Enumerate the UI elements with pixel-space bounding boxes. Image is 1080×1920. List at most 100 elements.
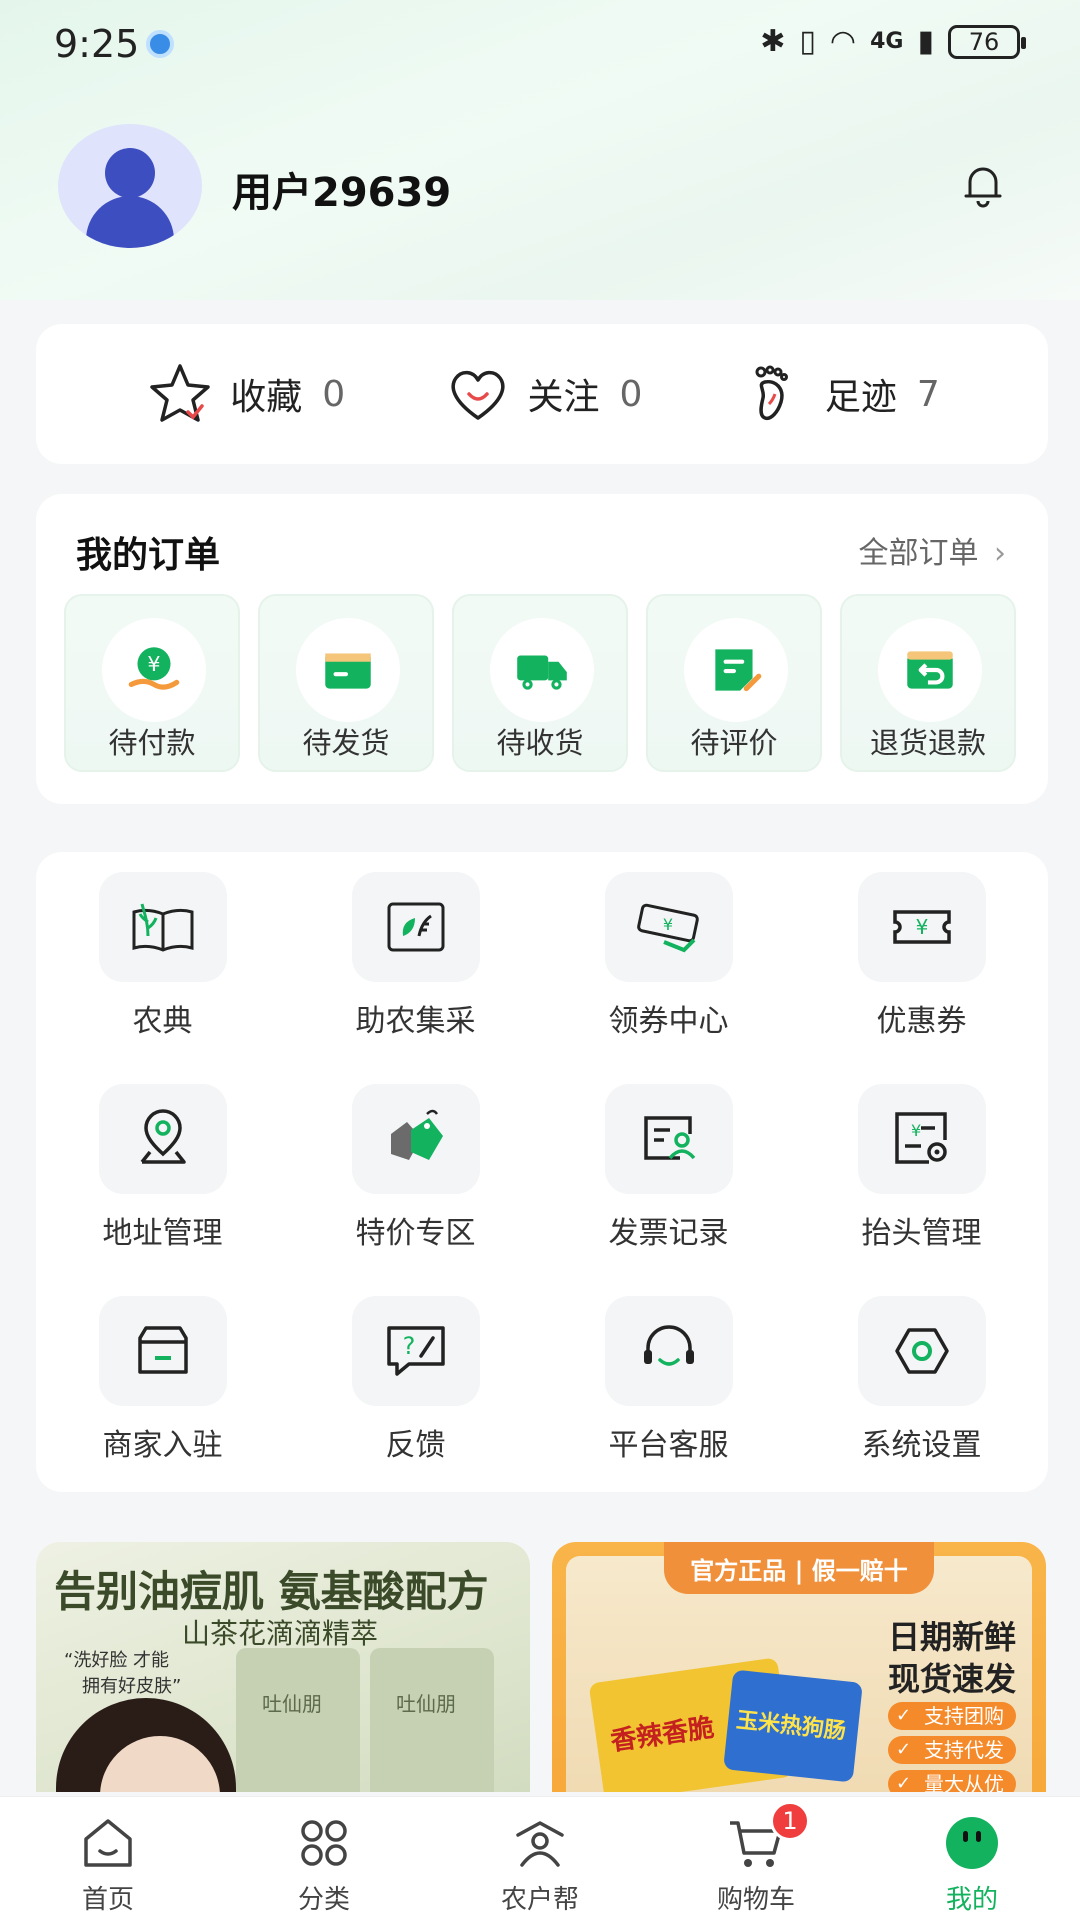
- service-farm-book[interactable]: 农典: [36, 872, 289, 1040]
- stat-following[interactable]: 关注 0: [442, 358, 643, 430]
- stat-value: 7: [916, 373, 940, 415]
- service-label: 系统设置: [861, 1428, 982, 1463]
- banner-subtitle: 山茶花滴滴精萃: [182, 1617, 379, 1650]
- nav-label: 分类: [297, 1885, 350, 1915]
- coupon-ticket-icon: ¥: [604, 872, 733, 982]
- service-invoice-records[interactable]: 发票记录: [542, 1084, 795, 1252]
- battery-icon: 76: [948, 24, 1026, 59]
- headset-icon: [604, 1296, 733, 1406]
- leaf-card-icon: [351, 872, 480, 982]
- stat-label: 收藏: [230, 377, 303, 418]
- invoice-header-icon: ¥: [857, 1084, 986, 1194]
- product-tube-image: 吐仙朋: [236, 1648, 360, 1792]
- yuan-coupon-icon: ¥: [857, 872, 986, 982]
- settings-icon: [857, 1296, 986, 1406]
- farmer-icon: [516, 1821, 564, 1867]
- nav-cart[interactable]: 1 购物车: [648, 1797, 864, 1920]
- heart-icon: [451, 370, 505, 420]
- feature-pill: 支持代发: [888, 1736, 1016, 1764]
- svg-text:¥: ¥: [662, 915, 672, 934]
- service-label: 领券中心: [608, 1004, 729, 1039]
- wifi-icon: ◠: [829, 24, 857, 59]
- package-icon: [296, 618, 400, 722]
- stat-label: 关注: [527, 377, 600, 418]
- banner-headline-line: 日期新鲜: [887, 1618, 1016, 1656]
- order-pending-review[interactable]: 待评价: [646, 594, 822, 772]
- location-pin-icon: [98, 1084, 227, 1194]
- avatar-head: [105, 148, 155, 198]
- nav-farmer-help[interactable]: 农户帮: [432, 1797, 648, 1920]
- store-icon: [98, 1296, 227, 1406]
- service-merchant-join[interactable]: 商家入驻: [36, 1296, 289, 1464]
- nav-home[interactable]: 首页: [0, 1797, 216, 1920]
- product-brand: 吐仙朋: [396, 1692, 456, 1716]
- orders-title: 我的订单: [76, 535, 221, 576]
- service-label: 反馈: [385, 1428, 446, 1463]
- service-customer-support[interactable]: 平台客服: [542, 1296, 795, 1464]
- stat-value: 0: [619, 373, 643, 415]
- service-label: 优惠券: [876, 1004, 967, 1039]
- nav-category[interactable]: 分类: [216, 1797, 432, 1920]
- farm-book-icon: [98, 872, 227, 982]
- status-bar: 9:25 ✱ ▯ ◠ 4G ▮ 76: [0, 0, 1080, 90]
- product-name: 玉米热狗肠: [734, 1708, 847, 1745]
- avatar[interactable]: [58, 124, 202, 248]
- service-label: 特价专区: [355, 1216, 476, 1251]
- product-tube-image: 吐仙朋: [370, 1648, 494, 1792]
- product-pack-image: 玉米热狗肠: [723, 1669, 863, 1783]
- star-icon: [150, 364, 210, 422]
- banner-quote-line: 拥有好皮肤”: [82, 1676, 182, 1697]
- stat-favorites[interactable]: 收藏 0: [144, 358, 345, 430]
- service-invoice-header[interactable]: ¥ 抬头管理: [795, 1084, 1048, 1252]
- order-refund[interactable]: 退货退款: [840, 594, 1016, 772]
- signal-icon: 4G: [870, 29, 904, 54]
- stats-card: 收藏 0 关注 0 足迹 7: [36, 324, 1048, 464]
- service-feedback[interactable]: ? 反馈: [289, 1296, 542, 1464]
- services-card: 农典 助农集采 ¥ 领券中心 ¥ 优惠券 地址管理 特价专区 发票记录 ¥ 抬头…: [36, 852, 1048, 1492]
- order-pending-payment[interactable]: ¥ 待付款: [64, 594, 240, 772]
- nav-label: 农户帮: [500, 1885, 579, 1915]
- signal-bars-icon: ▮: [917, 24, 934, 59]
- nav-me[interactable]: 我的: [864, 1797, 1080, 1920]
- service-coupon-center[interactable]: ¥ 领券中心: [542, 872, 795, 1040]
- service-label: 地址管理: [102, 1216, 223, 1251]
- nav-label: 首页: [81, 1885, 134, 1915]
- all-orders-link[interactable]: 全部订单 ›: [858, 528, 1006, 572]
- category-icon: [301, 1820, 347, 1866]
- truck-icon: [490, 618, 594, 722]
- service-settings[interactable]: 系统设置: [795, 1296, 1048, 1464]
- service-coupons[interactable]: ¥ 优惠券: [795, 872, 1048, 1040]
- username[interactable]: 用户29639: [232, 160, 451, 218]
- order-label: 待评价: [690, 726, 778, 760]
- stat-footprint[interactable]: 足迹 7: [739, 358, 940, 430]
- service-label: 平台客服: [608, 1428, 729, 1463]
- order-pending-receipt[interactable]: 待收货: [452, 594, 628, 772]
- status-time: 9:25: [54, 22, 140, 66]
- sale-tag-icon: [351, 1084, 480, 1194]
- all-orders-label: 全部订单: [858, 536, 979, 571]
- bell-icon[interactable]: [958, 160, 1008, 210]
- avatar-body: [86, 196, 174, 248]
- promo-banner-sausage[interactable]: 官方正品 | 假一赔十 日期新鲜 现货速发 支持团购 支持代发 量大从优 香辣香…: [552, 1542, 1046, 1792]
- vibrate-icon: ▯: [799, 24, 816, 59]
- order-pending-shipment[interactable]: 待发货: [258, 594, 434, 772]
- service-specials[interactable]: 特价专区: [289, 1084, 542, 1252]
- review-icon: [684, 618, 788, 722]
- svg-text:?: ?: [402, 1332, 415, 1360]
- service-group-buy[interactable]: 助农集采: [289, 872, 542, 1040]
- banner-headline: 日期新鲜 现货速发: [888, 1616, 1016, 1700]
- service-label: 商家入驻: [102, 1428, 223, 1463]
- order-label: 退货退款: [869, 726, 986, 760]
- banner-title: 告别油痘肌 氨基酸配方: [54, 1567, 489, 1616]
- service-address[interactable]: 地址管理: [36, 1084, 289, 1252]
- browser-globe-icon: [146, 30, 174, 58]
- refund-icon: [878, 618, 982, 722]
- service-label: 抬头管理: [861, 1216, 982, 1251]
- home-icon: [84, 1819, 132, 1867]
- nav-label: 购物车: [716, 1885, 795, 1915]
- product-name: 香辣香脆: [608, 1712, 717, 1758]
- promo-banner-cleanser[interactable]: 告别油痘肌 氨基酸配方 山茶花滴滴精萃 “洗好脸 才能 拥有好皮肤” 吐仙朋 吐…: [36, 1542, 530, 1792]
- feature-pill: 支持团购: [888, 1702, 1016, 1730]
- bluetooth-icon: ✱: [760, 24, 786, 59]
- service-label: 助农集采: [355, 1004, 476, 1039]
